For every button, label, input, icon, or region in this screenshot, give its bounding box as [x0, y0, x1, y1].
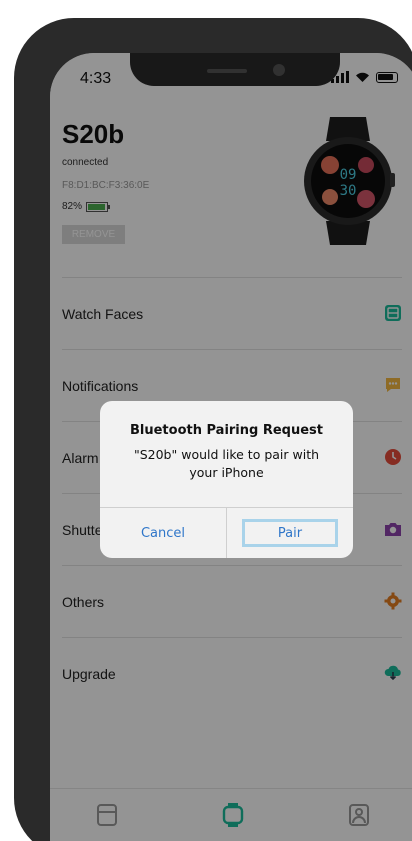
app-screen: 4:33 S20b connected F8:D1:BC:F3:36:0E 82… [50, 53, 412, 841]
bluetooth-pairing-dialog: Bluetooth Pairing Request "S20b" would l… [100, 401, 353, 558]
pair-button[interactable]: Pair [227, 508, 353, 558]
pair-button-label: Pair [242, 519, 338, 547]
cancel-button[interactable]: Cancel [100, 508, 227, 558]
dialog-title: Bluetooth Pairing Request [129, 423, 324, 438]
dialog-message: "S20b" would like to pair with your iPho… [133, 447, 320, 480]
dialog-buttons: Cancel Pair [100, 507, 353, 558]
phone-frame: 4:33 S20b connected F8:D1:BC:F3:36:0E 82… [14, 18, 412, 841]
